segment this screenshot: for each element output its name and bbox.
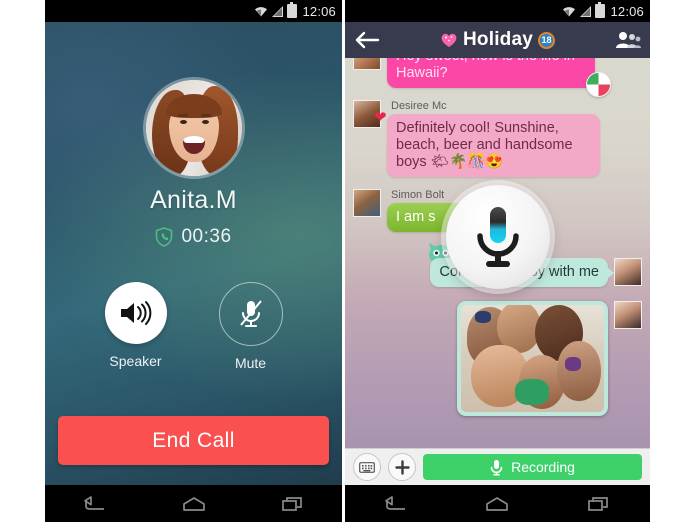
nav-back-button[interactable] [78,493,112,515]
nav-recents-button[interactable] [276,493,310,515]
home-icon [182,496,205,511]
pink-heart-icon [441,33,457,47]
keyboard-button[interactable] [353,453,381,481]
mute-mic-icon [239,300,262,327]
chat-bubble-text: Definitely cool! Sunshine, beach, beer a… [396,120,573,170]
heart-emoji: ❤ [374,109,387,126]
chat-message-row: Desiree Mc ❤ Definitely cool! Sunshine, … [353,100,642,177]
status-bar-right: 12:06 [345,0,650,22]
microphone-icon [476,207,519,268]
nav-recents-button[interactable] [582,493,616,515]
nav-bar-right [345,485,650,522]
recording-overlay-button[interactable] [445,185,550,290]
recents-icon [588,496,608,511]
status-time-right: 12:06 [610,3,644,19]
mute-button[interactable]: Mute [218,282,283,371]
nav-back-button[interactable] [379,493,413,515]
chat-message-row: Hey sweet, how is the life in Hawaii? [353,58,642,97]
call-duration: 00:36 [181,226,232,247]
end-call-button[interactable]: End Call [58,416,329,465]
back-icon [83,495,104,510]
mute-label: Mute [234,355,267,371]
nav-home-button[interactable] [480,493,514,515]
caller-name: Anita.M [150,186,237,214]
status-icons-right [562,2,606,18]
nav-home-button[interactable] [177,493,211,515]
chat-bubble-text: I am s [396,209,436,225]
phone-left-call-screen: 12:06 Anita.M 00:36 Speaker Mute End Cal… [45,0,342,522]
shield-phone-icon [156,227,173,247]
back-icon [384,495,405,510]
battery-icon [287,2,298,18]
end-call-label: End Call [152,428,235,452]
wifi-icon [563,6,576,16]
status-icons-left [254,2,298,18]
chat-bubble[interactable]: Hey sweet, how is the life in Hawaii? [387,58,611,97]
candy-sticker [586,72,611,97]
wifi-icon [255,6,268,16]
signal-icon [580,5,592,17]
recording-button[interactable]: Recording [423,454,642,480]
avatar [353,189,381,217]
caller-avatar [145,80,242,176]
call-controls: Speaker Mute [104,282,283,371]
avatar [353,58,381,70]
speaker-label: Speaker [109,353,162,369]
signal-icon [272,5,284,17]
status-bar-left: 12:06 [45,0,342,22]
keyboard-icon [359,461,375,473]
chat-title-group: Holiday 18 [380,29,615,51]
chat-message-row [353,301,642,416]
chat-bubble[interactable]: ❤ Definitely cool! Sunshine, beach, beer… [374,109,600,177]
chat-sender-name: Desiree Mc [391,100,447,112]
plus-icon [394,459,410,475]
group-members-icon[interactable] [615,31,641,49]
back-arrow-icon[interactable] [354,30,380,50]
avatar [614,301,642,329]
speaker-icon [120,301,151,325]
microphone-icon [490,459,503,475]
home-icon [486,496,509,511]
call-timer-row: 00:36 [155,226,231,248]
chat-count-badge: 18 [538,31,556,49]
call-background: Anita.M 00:36 Speaker Mute End Call [45,22,342,485]
nav-bar-left [45,485,342,522]
speaker-button[interactable]: Speaker [104,282,167,371]
chat-title: Holiday [462,29,534,50]
avatar [614,258,642,286]
chat-header: Holiday 18 [345,22,650,58]
chat-bubble-text: Hey sweet, how is the life in Hawaii? [396,58,575,81]
add-attachment-button[interactable] [388,453,416,481]
beach-group-photo[interactable] [457,301,608,416]
recents-icon [281,496,302,511]
phone-right-chat-screen: 12:06 Holiday 18 Hawaii? Desiree Mc ❤ De… [345,0,650,522]
chat-message-list[interactable]: Hey sweet, how is the life in Hawaii? De… [345,58,650,448]
recording-label: Recording [511,459,575,475]
chat-input-bar: Recording [345,448,650,485]
status-time-left: 12:06 [302,3,336,19]
screenshot-root: 12:06 Anita.M 00:36 Speaker Mute End Cal… [0,0,695,522]
battery-icon [595,2,606,18]
